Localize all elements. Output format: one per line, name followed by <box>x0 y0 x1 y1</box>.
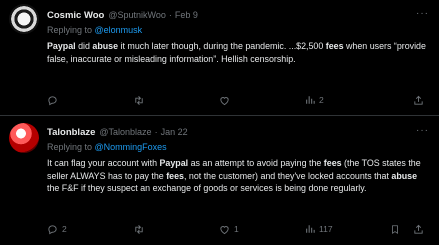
separator: · <box>168 10 172 20</box>
views-button[interactable]: 2 <box>305 95 324 105</box>
retweet-icon <box>135 224 143 234</box>
tweet-text-segment: did <box>75 41 93 51</box>
share-button[interactable] <box>413 224 424 235</box>
highlighted-keyword: abuse <box>391 170 418 181</box>
tweet-text-segment: as an attempt to avoid paying the <box>188 158 324 168</box>
tweet-text: Paypal did abuse it much later though, d… <box>47 40 429 65</box>
highlighted-keyword: fees <box>325 41 344 51</box>
like-button[interactable]: 1 <box>219 224 239 235</box>
reply-button[interactable] <box>47 95 62 106</box>
reply-icon <box>48 95 57 105</box>
highlighted-keyword: Paypal <box>47 41 76 51</box>
tweet-content: Cosmic Woo @SputnikWoo · Feb 9 ··· Reply… <box>47 8 429 65</box>
replying-prefix: Replying to <box>47 142 95 152</box>
highlighted-keyword: fees <box>166 170 184 181</box>
tweet-actions: 2 <box>47 93 427 107</box>
tweet-text-segment: the F&F if they suspect an exchange of g… <box>47 183 367 193</box>
like-button[interactable] <box>219 95 234 106</box>
analytics-icon <box>306 96 315 104</box>
analytics-icon <box>306 225 315 233</box>
views-button[interactable]: 117 <box>305 224 333 234</box>
tweet-date[interactable]: Jan 22 <box>161 127 188 137</box>
avatar[interactable] <box>9 123 39 153</box>
replying-to-link[interactable]: @elonmusk <box>95 25 143 35</box>
tweet[interactable]: Talonblaze @Talonblaze · Jan 22 ··· Repl… <box>0 116 439 245</box>
more-options-icon[interactable]: ··· <box>416 125 429 136</box>
retweet-button[interactable] <box>133 95 149 106</box>
tweet-text-segment: it much later though, during the pandemi… <box>118 41 326 51</box>
replying-to: Replying to @elonmusk <box>47 25 429 36</box>
tweet-content: Talonblaze @Talonblaze · Jan 22 ··· Repl… <box>47 125 429 195</box>
tweet-actions: 2 1 117 <box>47 222 427 236</box>
share-icon <box>414 95 423 105</box>
tweet-text-segment: It can flag your account with <box>47 158 160 168</box>
views-count: 2 <box>319 95 324 105</box>
retweet-button[interactable] <box>133 224 149 235</box>
heart-icon <box>220 96 229 105</box>
like-count: 1 <box>234 224 239 234</box>
tweet[interactable]: Cosmic Woo @SputnikWoo · Feb 9 ··· Reply… <box>0 0 439 116</box>
share-button[interactable] <box>413 95 424 106</box>
bookmark-icon <box>392 224 398 234</box>
tweet-feed: Cosmic Woo @SputnikWoo · Feb 9 ··· Reply… <box>0 0 439 245</box>
share-icon <box>414 224 423 234</box>
more-options-icon[interactable]: ··· <box>416 8 429 19</box>
tweet-text-segment: , not the customer) and they've locked a… <box>183 170 392 181</box>
tweet-header: Talonblaze @Talonblaze · Jan 22 ··· <box>47 125 429 138</box>
reply-icon <box>48 224 57 234</box>
replying-to-link[interactable]: @NommingFoxes <box>95 142 167 152</box>
avatar[interactable] <box>9 4 39 34</box>
highlighted-keyword: Paypal <box>159 158 189 168</box>
replying-prefix: Replying to <box>47 25 95 35</box>
reply-button[interactable]: 2 <box>47 224 67 235</box>
author-name[interactable]: Cosmic Woo <box>47 10 104 21</box>
retweet-icon <box>135 95 143 105</box>
highlighted-keyword: abuse <box>92 41 119 51</box>
author-handle[interactable]: @Talonblaze <box>99 127 151 137</box>
author-name[interactable]: Talonblaze <box>47 127 95 138</box>
tweet-text: It can flag your account with Paypal as … <box>47 157 429 195</box>
views-count: 117 <box>319 224 333 234</box>
reply-count: 2 <box>62 224 67 234</box>
separator: · <box>154 127 158 137</box>
replying-to: Replying to @NommingFoxes <box>47 142 429 153</box>
tweet-header: Cosmic Woo @SputnikWoo · Feb 9 ··· <box>47 8 429 21</box>
highlighted-keyword: fees <box>323 158 342 168</box>
heart-icon <box>220 225 229 234</box>
bookmark-button[interactable] <box>390 224 400 235</box>
tweet-date[interactable]: Feb 9 <box>175 10 198 20</box>
author-handle[interactable]: @SputnikWoo <box>108 10 166 20</box>
